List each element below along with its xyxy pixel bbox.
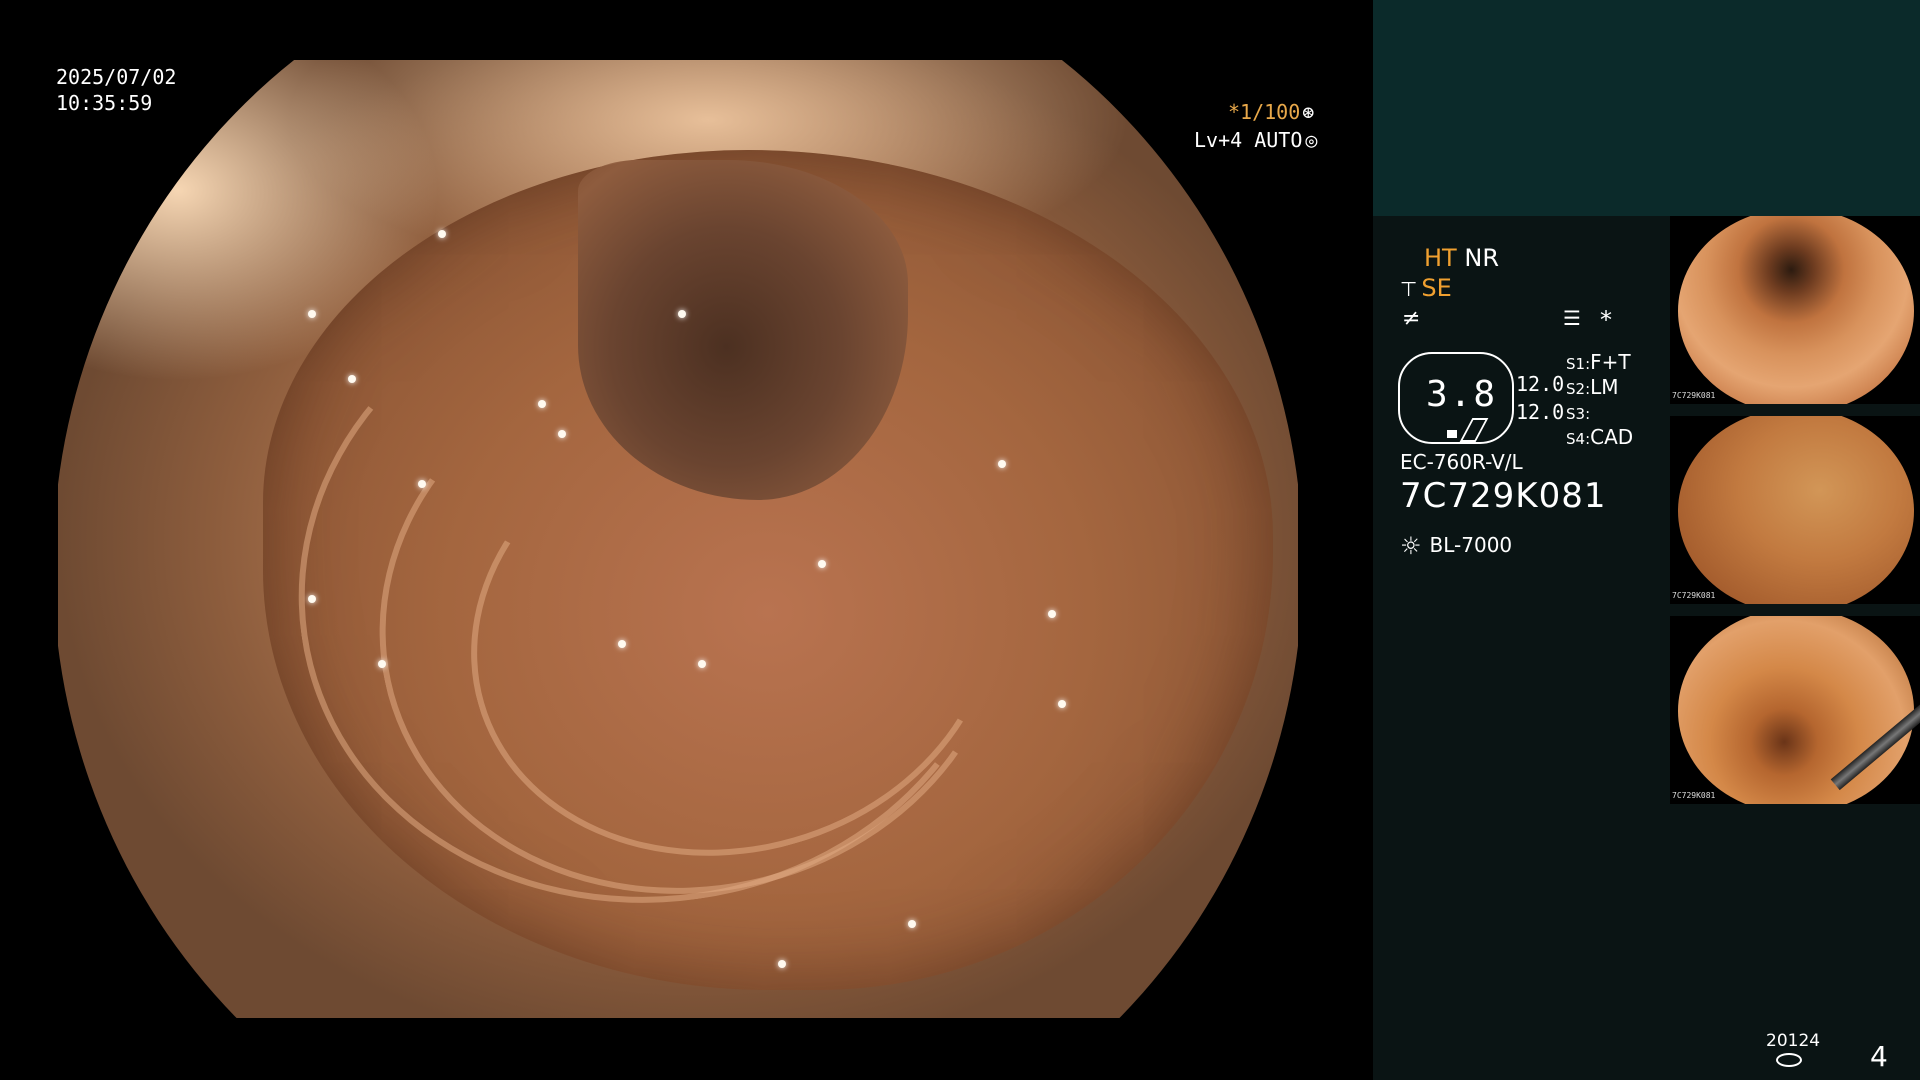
capture-thumbnail[interactable]: 7C729K081 (1670, 616, 1920, 804)
capture-count: 20124 (1766, 1031, 1821, 1051)
scope-serial: 7C729K081 (1400, 476, 1607, 516)
thumbnail-serial: 7C729K081 (1672, 391, 1716, 400)
thumbnail-image (1678, 416, 1914, 604)
nr-label: NR (1464, 244, 1499, 272)
endoscope-view (58, 60, 1298, 1018)
light-reflection (618, 640, 626, 648)
page-number: 4 (1870, 1040, 1888, 1073)
light-source-label: BL-7000 (1429, 533, 1513, 557)
light-source-icon: ☼ (1400, 532, 1422, 560)
switch-s1: S1:F+T (1566, 350, 1631, 374)
light-reflection (1048, 610, 1056, 618)
thumbnail-image (1678, 216, 1914, 404)
light-reflection (778, 960, 786, 968)
structure-enhance-icon: ⊤ (1400, 277, 1418, 301)
ht-nr-status: HT NR (1424, 244, 1499, 272)
switch-value: LM (1590, 375, 1619, 399)
light-reflection (418, 480, 426, 488)
edge-enhance-icon: ≠ (1402, 306, 1421, 331)
setting-value-1: 12.0 (1516, 372, 1565, 396)
thumbnail-serial: 7C729K081 (1672, 591, 1716, 600)
shutter-label: *1/100 (1228, 100, 1301, 124)
light-reflection (1058, 700, 1066, 708)
light-reflection (378, 660, 386, 668)
se-label: SE (1421, 274, 1452, 302)
light-source: ☼ BL-7000 (1400, 532, 1512, 560)
switch-value: F+T (1590, 350, 1631, 374)
scope-model: EC-760R-V/L (1400, 450, 1523, 474)
light-reflection (538, 400, 546, 408)
ht-label: HT (1424, 244, 1457, 272)
light-reflection (308, 595, 316, 603)
zoom-marker (1447, 430, 1457, 438)
switch-s3: S3: (1566, 400, 1590, 424)
switch-key: S1: (1566, 355, 1591, 373)
se-status: ⊤ SE (1400, 274, 1452, 302)
zoom-value: 3.8 (1426, 374, 1498, 415)
date-label: 2025/07/02 (56, 65, 177, 89)
lumen-opening (578, 160, 908, 500)
light-reflection (308, 310, 316, 318)
shutter-speed: *1/100 ⊛ (1228, 100, 1314, 124)
capture-thumbnail[interactable]: 7C729K081 (1670, 416, 1920, 604)
light-reflection (998, 460, 1006, 468)
switch-key: S2: (1566, 380, 1591, 398)
light-reflection (678, 310, 686, 318)
exposure-level: Lv+4 AUTO ◎ (1194, 128, 1317, 152)
storage-icon (1776, 1053, 1802, 1067)
time-label: 10:35:59 (56, 91, 153, 115)
switch-key: S3: (1566, 405, 1591, 423)
light-reflection (558, 430, 566, 438)
thumbnail-image (1678, 616, 1914, 804)
setting-value-2: 12.0 (1516, 400, 1565, 424)
light-reflection (818, 560, 826, 568)
level-label: Lv+4 AUTO (1194, 128, 1303, 152)
switch-key: S4: (1566, 430, 1591, 448)
light-reflection (348, 375, 356, 383)
capture-thumbnail[interactable]: 7C729K081 (1670, 216, 1920, 404)
star-label: * (1600, 306, 1612, 334)
menu-icon: ☰ (1563, 306, 1581, 330)
timestamp: 2025/07/02 10:35:59 (56, 64, 176, 116)
switch-s2: S2:LM (1566, 375, 1619, 399)
info-panel-header (1373, 0, 1920, 216)
thumbnail-serial: 7C729K081 (1672, 791, 1716, 800)
switch-value: CAD (1590, 425, 1634, 449)
iris-icon: ◎ (1305, 128, 1318, 152)
aperture-icon: ⊛ (1302, 100, 1315, 124)
light-reflection (698, 660, 706, 668)
switch-s4: S4:CAD (1566, 425, 1633, 449)
light-reflection (908, 920, 916, 928)
light-reflection (438, 230, 446, 238)
